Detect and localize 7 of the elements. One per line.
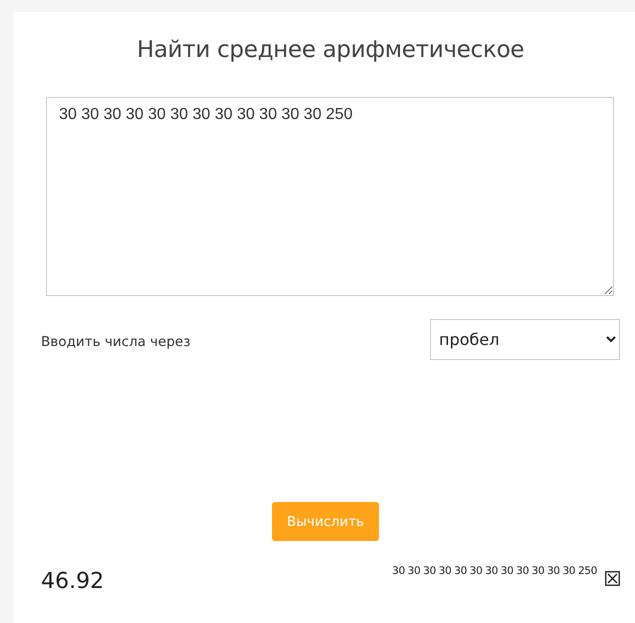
separator-select[interactable]: пробел	[430, 319, 620, 360]
page-title: Найти среднее арифметическое	[136, 36, 526, 65]
separator-label: Вводить числа через	[41, 334, 190, 350]
close-icon[interactable]	[605, 571, 620, 586]
result-numbers: 30 30 30 30 30 30 30 30 30 30 30 30 250	[392, 565, 597, 577]
numbers-input-field[interactable]: 30 30 30 30 30 30 30 30 30 30 30 30 250	[46, 97, 614, 296]
result-value: 46.92	[41, 569, 104, 594]
